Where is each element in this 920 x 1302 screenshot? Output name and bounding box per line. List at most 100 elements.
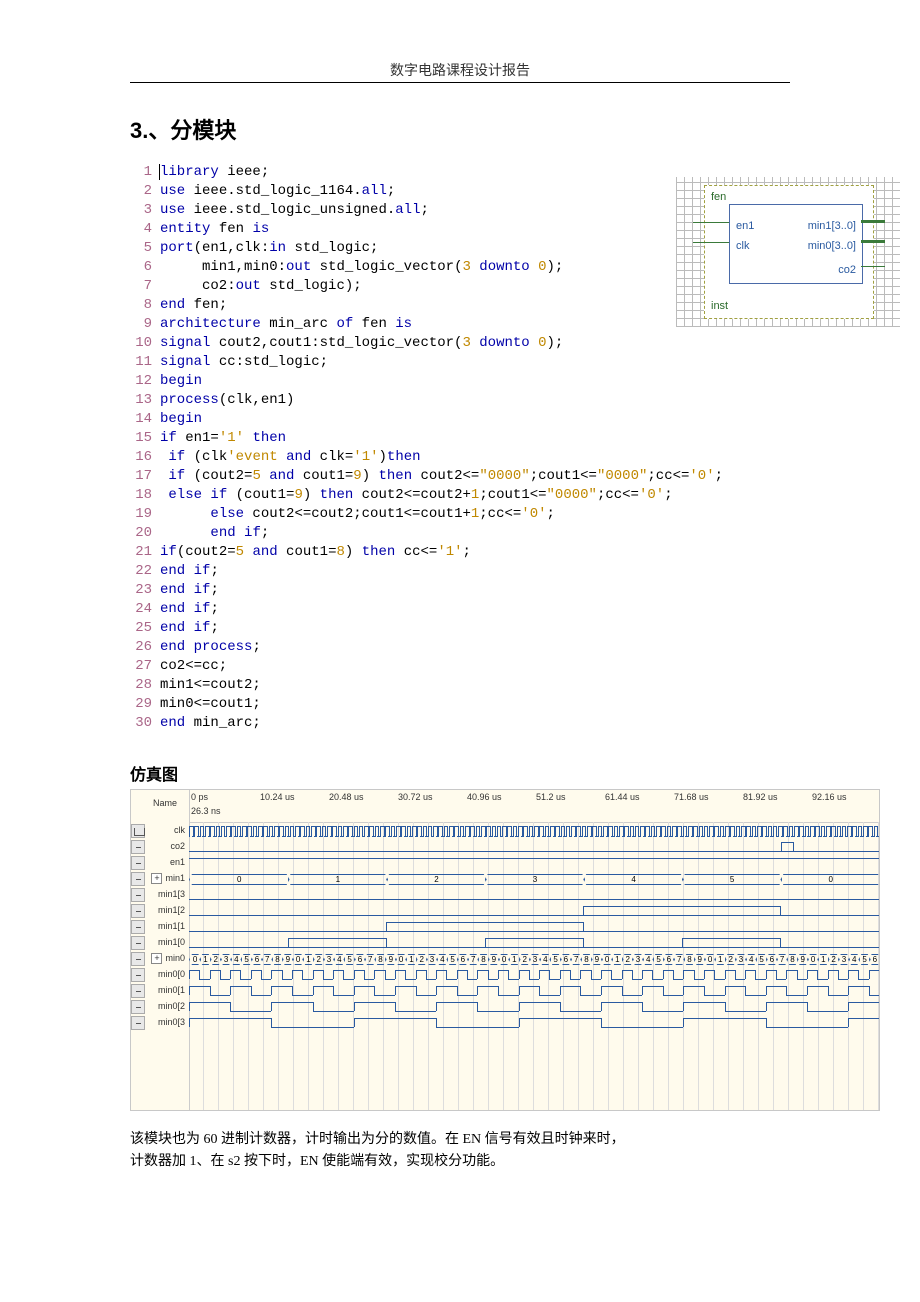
wave-bus-min1: 0123450	[189, 872, 879, 888]
section-title: 3.、分模块	[130, 113, 790, 145]
signal-name[interactable]: min0[2	[145, 1001, 185, 1011]
line-number: 18	[130, 486, 160, 505]
signal-row-icon	[131, 920, 145, 934]
time-tick: 10.24 us	[260, 792, 295, 802]
code-text: port(en1,clk:in std_logic;	[160, 239, 378, 258]
line-number: 8	[130, 296, 160, 315]
signal-name[interactable]: min1[1	[145, 921, 185, 931]
waveform-body[interactable]: 0123450 012345678901234567890123456789012…	[189, 822, 879, 1110]
signal-name[interactable]: co2	[145, 841, 185, 851]
line-number: 21	[130, 543, 160, 562]
line-number: 27	[130, 657, 160, 676]
line-number: 6	[130, 258, 160, 277]
line-number: 22	[130, 562, 160, 581]
code-text: co2:out std_logic);	[160, 277, 362, 296]
time-tick: 92.16 us	[812, 792, 847, 802]
code-line: 21if(cout2=5 and cout1=8) then cc<='1';	[130, 543, 790, 562]
line-number: 13	[130, 391, 160, 410]
port-min1: min1[3..0]	[808, 217, 856, 236]
port-en1: en1	[736, 217, 754, 236]
signal-name[interactable]: min1[0	[145, 937, 185, 947]
signal-row-icon	[131, 904, 145, 918]
signal-name[interactable]: min1[2	[145, 905, 185, 915]
code-line: 29min0<=cout1;	[130, 695, 790, 714]
code-line: 24end if;	[130, 600, 790, 619]
code-text: begin	[160, 410, 202, 429]
wave-bit	[189, 984, 879, 1000]
code-text: if (cout2=5 and cout1=9) then cout2<="00…	[160, 467, 723, 486]
line-number: 26	[130, 638, 160, 657]
code-text: end if;	[160, 619, 219, 638]
line-number: 2	[130, 182, 160, 201]
line-number: 5	[130, 239, 160, 258]
code-text: architecture min_arc of fen is	[160, 315, 412, 334]
code-line: 26end process;	[130, 638, 790, 657]
code-line: 25end if;	[130, 619, 790, 638]
code-text: library ieee;	[160, 163, 269, 182]
code-line: 13process(clk,en1)	[130, 391, 790, 410]
signal-name[interactable]: min0[0	[145, 969, 185, 979]
code-line: 17 if (cout2=5 and cout1=9) then cout2<=…	[130, 467, 790, 486]
signal-name[interactable]: min0[1	[145, 985, 185, 995]
time-tick: 20.48 us	[329, 792, 364, 802]
signal-row-icon	[131, 888, 145, 902]
signal-name[interactable]: min0[3	[145, 1017, 185, 1027]
code-block: 1library ieee;2use ieee.std_logic_1164.a…	[130, 163, 790, 733]
line-number: 16	[130, 448, 160, 467]
code-text: begin	[160, 372, 202, 391]
expand-icon[interactable]: +	[151, 953, 162, 964]
code-text: end min_arc;	[160, 714, 261, 733]
port-co2: co2	[838, 261, 856, 280]
time-tick: 71.68 us	[674, 792, 709, 802]
line-number: 30	[130, 714, 160, 733]
line-number: 23	[130, 581, 160, 600]
code-line: 18 else if (cout1=9) then cout2<=cout2+1…	[130, 486, 790, 505]
code-line: 27co2<=cc;	[130, 657, 790, 676]
line-number: 11	[130, 353, 160, 372]
line-number: 19	[130, 505, 160, 524]
sim-heading: 仿真图	[130, 761, 790, 785]
time-tick: 81.92 us	[743, 792, 778, 802]
code-text: signal cout2,cout1:std_logic_vector(3 do…	[160, 334, 563, 353]
page-header-title: 数字电路课程设计报告	[130, 60, 790, 80]
signal-name[interactable]: min1[3	[145, 889, 185, 899]
code-text: end if;	[160, 581, 219, 600]
code-text: end fen;	[160, 296, 227, 315]
signal-name[interactable]: en1	[145, 857, 185, 867]
signal-row-icon	[131, 936, 145, 950]
line-number: 12	[130, 372, 160, 391]
signal-row-icon	[131, 856, 145, 870]
code-line: 16 if (clk'event and clk='1')then	[130, 448, 790, 467]
name-header: Name	[147, 798, 183, 808]
signal-name[interactable]: +min1	[145, 873, 185, 884]
time-tick: 40.96 us	[467, 792, 502, 802]
line-number: 15	[130, 429, 160, 448]
line-number: 28	[130, 676, 160, 695]
code-line: 10signal cout2,cout1:std_logic_vector(3 …	[130, 334, 790, 353]
header-rule	[130, 82, 790, 83]
signal-name[interactable]: +min0	[145, 953, 185, 964]
signal-name[interactable]: clk	[145, 825, 185, 835]
line-number: 24	[130, 600, 160, 619]
code-text: min1<=cout2;	[160, 676, 261, 695]
expand-icon[interactable]: +	[151, 873, 162, 884]
wave-bit	[189, 968, 879, 984]
explain-line-2: 计数器加 1、在 s2 按下时，EN 使能端有效，实现校分功能。	[130, 1151, 790, 1173]
waveform-viewer[interactable]: Name clk co2 en1 +min1 min1[3 min1[2 min1[1 min…	[130, 789, 880, 1111]
code-line: 20 end if;	[130, 524, 790, 543]
wave-bus-min0: 0123456789012345678901234567890123456789…	[189, 952, 879, 968]
code-text: else cout2<=cout2;cout1<=cout1+1;cc<='0'…	[160, 505, 555, 524]
block-title: fen	[711, 188, 726, 207]
code-text: signal cc:std_logic;	[160, 353, 328, 372]
code-line: 28min1<=cout2;	[130, 676, 790, 695]
code-line: 30end min_arc;	[130, 714, 790, 733]
time-ruler: 26.3 ns 0 ps10.24 us20.48 us30.72 us40.9…	[189, 790, 879, 823]
wave-bit	[189, 1000, 879, 1016]
line-number: 3	[130, 201, 160, 220]
signal-row-icon	[131, 1016, 145, 1030]
code-line: 23end if;	[130, 581, 790, 600]
code-text: if (clk'event and clk='1')then	[160, 448, 421, 467]
line-number: 9	[130, 315, 160, 334]
code-text: min0<=cout1;	[160, 695, 261, 714]
code-text: use ieee.std_logic_1164.all;	[160, 182, 395, 201]
